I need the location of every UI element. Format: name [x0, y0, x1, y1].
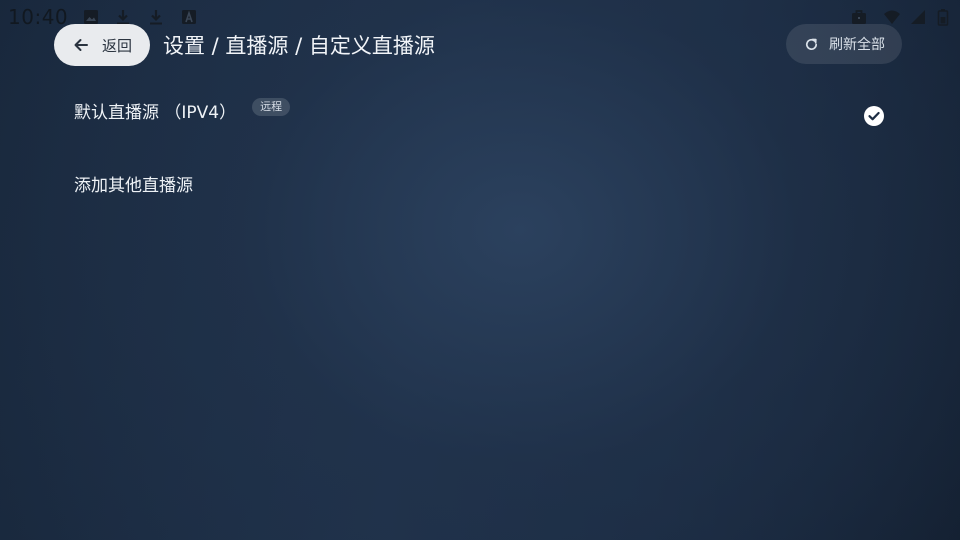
wifi-icon	[883, 8, 901, 26]
breadcrumb: 设置 / 直播源 / 自定义直播源	[163, 34, 435, 58]
signal-icon	[909, 8, 927, 26]
list-item-add-source[interactable]: 添加其他直播源	[60, 155, 900, 211]
back-button-label: 返回	[102, 36, 133, 55]
list-item-default-source[interactable]: 默认直播源 （IPV4） 远程	[60, 82, 900, 146]
refresh-all-button[interactable]: 刷新全部	[786, 24, 902, 64]
refresh-icon	[804, 37, 819, 52]
refresh-all-label: 刷新全部	[829, 37, 885, 53]
source-label: 默认直播源 （IPV4）	[74, 103, 237, 123]
status-time: 10:40	[8, 5, 69, 29]
remote-badge: 远程	[252, 98, 291, 116]
back-button[interactable]: 返回	[54, 24, 150, 66]
download-icon	[147, 8, 165, 26]
check-circle-icon	[864, 106, 884, 126]
arrow-left-icon	[72, 36, 90, 54]
a-letter-icon	[180, 8, 198, 26]
add-source-label: 添加其他直播源	[74, 175, 193, 196]
battery-icon	[936, 8, 950, 26]
